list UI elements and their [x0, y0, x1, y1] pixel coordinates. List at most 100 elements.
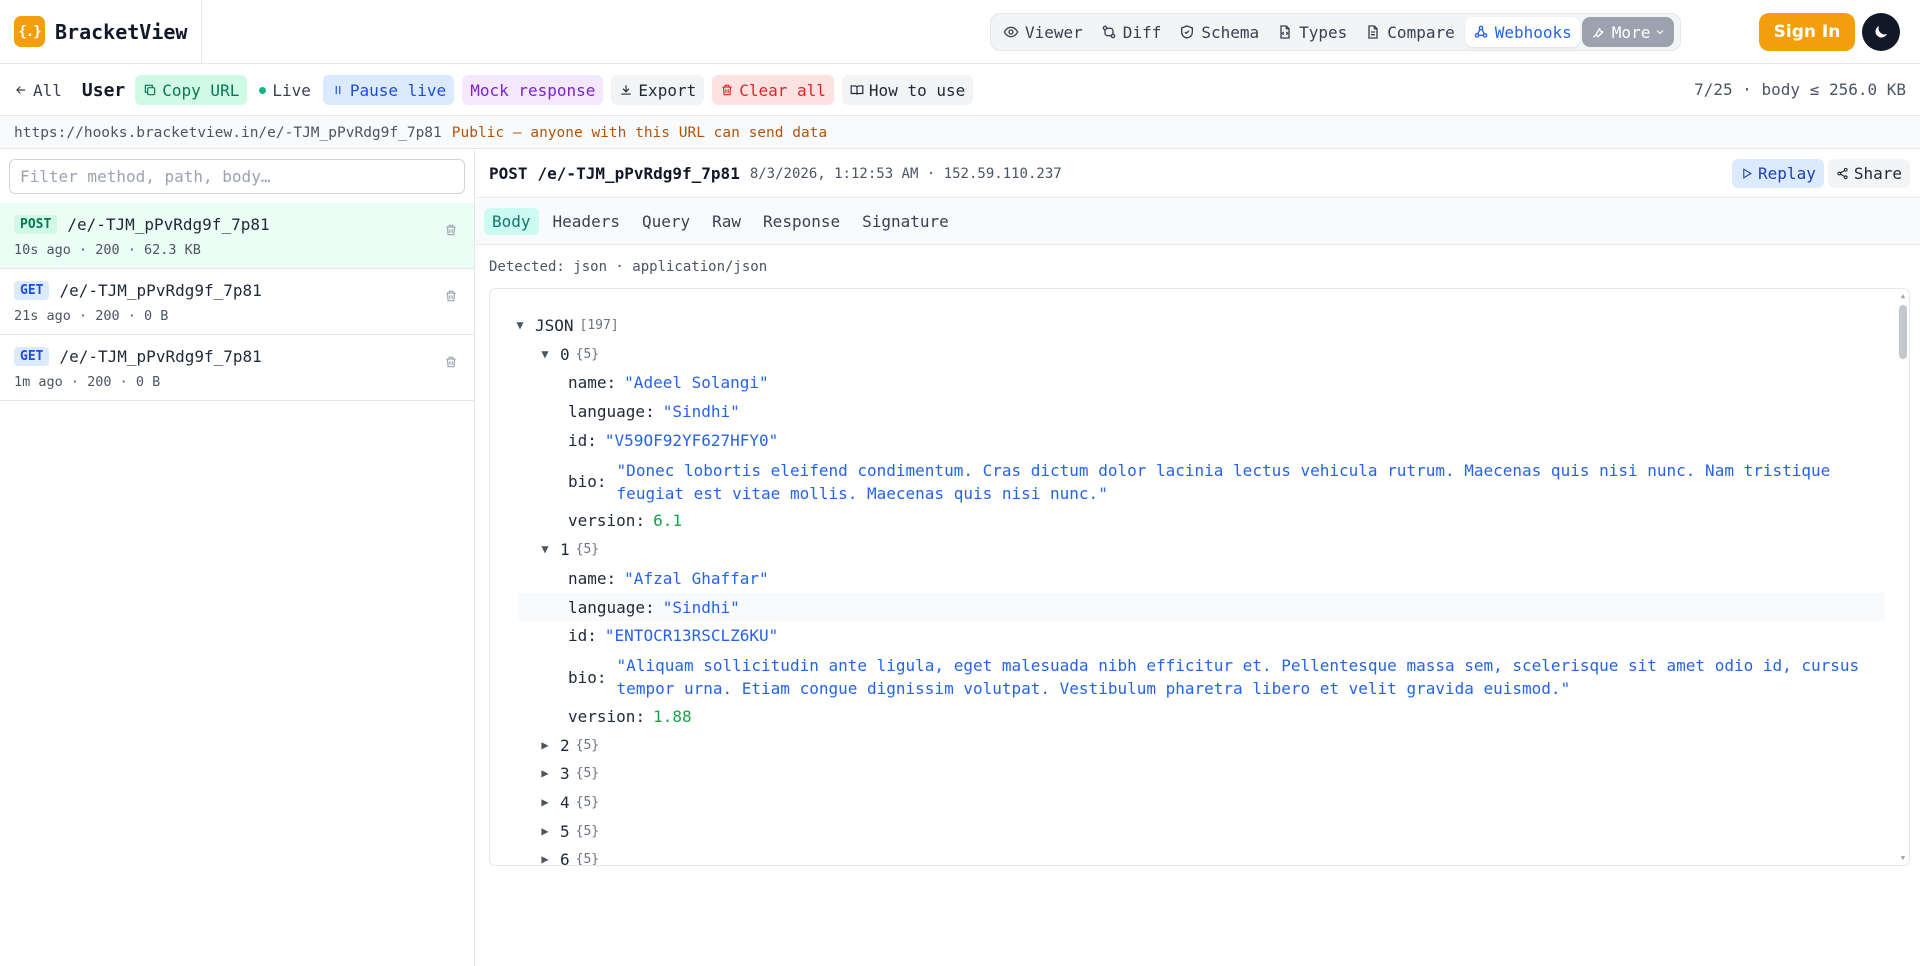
leaf-value: "Aliquam sollicitudin ante ligula, eget … — [616, 656, 1860, 699]
delete-request-button[interactable] — [444, 223, 458, 237]
tree-leaf: language: "Sindhi" — [568, 402, 740, 422]
pause-icon — [335, 85, 341, 95]
tree-leaf: language: "Sindhi" — [518, 592, 1885, 622]
tab-query[interactable]: Query — [634, 208, 698, 235]
leaf-value: "Adeel Solangi" — [624, 373, 769, 393]
back-label: All — [33, 80, 62, 100]
scroll-up-icon[interactable]: ▲ — [1899, 292, 1907, 300]
tree-node-collapsed[interactable]: ▶ 2 {5} — [490, 731, 1885, 760]
pause-live-button[interactable]: Pause live — [322, 75, 455, 105]
method-badge: POST — [14, 215, 58, 234]
tree-leaf: version: 6.1 — [568, 511, 682, 531]
leaf-key: bio — [568, 472, 597, 492]
webhook-toolbar: All User Copy URL Live Pause live Mock r… — [0, 65, 1920, 116]
export-label: Export — [638, 80, 697, 100]
endpoint-url[interactable]: https://hooks.bracketview.in/e/-TJM_pPvR… — [14, 125, 442, 141]
nav-compare[interactable]: Compare — [1357, 17, 1462, 47]
export-button[interactable]: Export — [611, 75, 705, 105]
node-key: JSON — [535, 316, 574, 335]
scrollbar[interactable]: ▲ ▼ — [1897, 289, 1909, 865]
how-to-use-button[interactable]: How to use — [841, 75, 974, 105]
caret-down-icon[interactable]: ▼ — [538, 538, 552, 561]
live-status: Live — [255, 75, 315, 105]
delete-request-button[interactable] — [444, 289, 458, 303]
nav-schema-label: Schema — [1201, 22, 1260, 42]
request-row[interactable]: POST /e/-TJM_pPvRdg9f_7p81 10s ago · 200… — [0, 203, 474, 269]
tree-node-collapsed[interactable]: ▶ 3 {5} — [490, 759, 1885, 788]
tab-response[interactable]: Response — [755, 208, 848, 235]
leaf-key: bio — [568, 667, 597, 687]
method-badge: GET — [14, 281, 50, 300]
nav-webhooks[interactable]: Webhooks — [1464, 17, 1580, 47]
nav-diff[interactable]: Diff — [1093, 17, 1170, 47]
nav-types[interactable]: Types — [1269, 17, 1355, 47]
filter-input[interactable] — [9, 159, 465, 194]
theme-toggle-button[interactable] — [1862, 13, 1900, 51]
tree-leaf: bio: "Aliquam sollicitudin ante ligula, … — [490, 650, 1885, 702]
scroll-down-icon[interactable]: ▼ — [1899, 854, 1907, 862]
tree-node[interactable]: ▼ 1 {5} — [490, 535, 1885, 564]
tree-node-collapsed[interactable]: ▶ 6 {5} — [490, 845, 1885, 865]
clear-all-label: Clear all — [739, 80, 826, 100]
tab-raw[interactable]: Raw — [704, 208, 749, 235]
tab-body[interactable]: Body — [484, 208, 539, 235]
tab-signature[interactable]: Signature — [854, 208, 957, 235]
file-code-icon — [1280, 25, 1290, 39]
leaf-key: version — [568, 706, 636, 726]
request-row[interactable]: GET /e/-TJM_pPvRdg9f_7p81 21s ago · 200 … — [0, 269, 474, 335]
tree-node-collapsed[interactable]: ▶ 4 {5} — [490, 788, 1885, 817]
leaf-key: id — [568, 626, 588, 646]
git-compare-icon — [1102, 25, 1116, 39]
tree-node[interactable]: ▼ 0 {5} — [490, 340, 1885, 369]
leaf-value: 6.1 — [653, 511, 682, 531]
copy-url-button[interactable]: Copy URL — [135, 75, 248, 105]
json-tree-viewer[interactable]: ▼ JSON [197] ▼ 0 {5} name: "Adeel Solang… — [489, 288, 1910, 866]
clear-all-button[interactable]: Clear all — [712, 75, 834, 105]
brand[interactable]: {.} BracketView — [0, 0, 203, 64]
node-count: [197] — [579, 318, 619, 333]
tree-node-collapsed[interactable]: ▶ 5 {5} — [490, 817, 1885, 846]
request-limits: 7/25 · body ≤ 256.0 KB — [1694, 80, 1906, 99]
sign-in-button[interactable]: Sign In — [1759, 13, 1855, 51]
node-key: 3 — [560, 764, 570, 784]
node-count: {5} — [575, 823, 600, 839]
node-key: 2 — [560, 735, 570, 755]
nav-viewer[interactable]: Viewer — [995, 17, 1091, 47]
share-button[interactable]: Share — [1827, 159, 1910, 188]
caret-down-icon[interactable]: ▼ — [513, 314, 527, 337]
scrollbar-thumb[interactable] — [1899, 305, 1907, 359]
caret-right-icon[interactable]: ▶ — [538, 762, 552, 785]
leaf-value: "Sindhi" — [662, 597, 740, 617]
detail-path: /e/-TJM_pPvRdg9f_7p81 — [537, 164, 740, 183]
nav-more-label: More — [1611, 22, 1651, 42]
replay-button[interactable]: Replay — [1732, 159, 1824, 188]
delete-request-button[interactable] — [444, 355, 458, 369]
file-text-icon — [1368, 25, 1378, 39]
tab-headers[interactable]: Headers — [545, 208, 628, 235]
caret-down-icon[interactable]: ▼ — [538, 343, 552, 366]
mock-response-button[interactable]: Mock response — [462, 75, 604, 105]
webhook-icon — [1474, 25, 1488, 38]
caret-right-icon[interactable]: ▶ — [538, 734, 552, 757]
trash-icon — [446, 290, 456, 302]
caret-right-icon[interactable]: ▶ — [538, 848, 552, 865]
request-detail-pane: POST /e/-TJM_pPvRdg9f_7p81 8/3/2026, 1:1… — [476, 150, 1920, 966]
method-badge: GET — [14, 347, 50, 366]
logo-icon: {.} — [14, 16, 45, 47]
leaf-key: version — [568, 511, 636, 531]
tree-leaf: name: "Adeel Solangi" — [568, 373, 769, 393]
share-icon — [1837, 167, 1848, 180]
leaf-key: language — [568, 597, 646, 617]
leaf-value: "Sindhi" — [662, 402, 740, 422]
nav-more[interactable]: More — [1581, 17, 1675, 47]
caret-right-icon[interactable]: ▶ — [538, 820, 552, 843]
caret-right-icon[interactable]: ▶ — [538, 791, 552, 814]
tree-leaf: id: "ENTOCR13RSCLZ6KU" — [568, 626, 779, 646]
moon-icon — [1875, 26, 1887, 38]
nav-schema[interactable]: Schema — [1171, 17, 1267, 47]
request-row[interactable]: GET /e/-TJM_pPvRdg9f_7p81 1m ago · 200 ·… — [0, 335, 474, 401]
book-open-icon — [850, 85, 864, 95]
back-to-all-button[interactable]: All — [14, 75, 70, 105]
request-path: /e/-TJM_pPvRdg9f_7p81 — [67, 215, 270, 234]
tree-node-root[interactable]: ▼ JSON [197] — [490, 311, 1885, 340]
